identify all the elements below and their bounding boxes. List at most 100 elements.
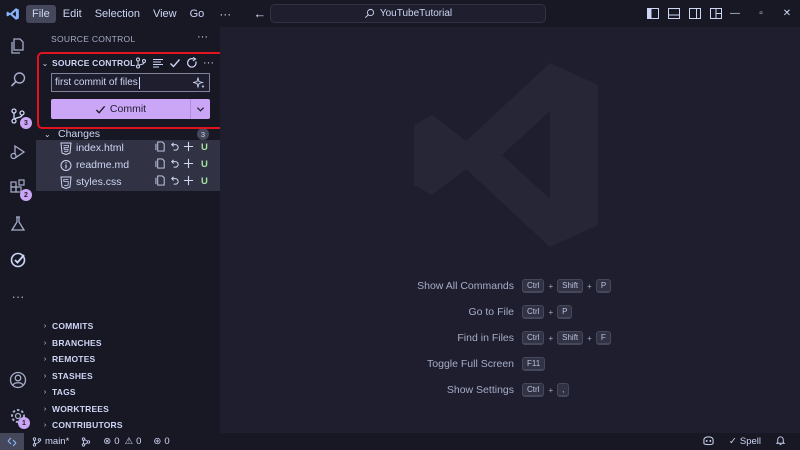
extensions-badge: 2: [20, 189, 32, 201]
menu-more-button[interactable]: ···: [211, 4, 239, 24]
settings-gear-icon[interactable]: 1: [0, 399, 36, 433]
shortcut-show-settings[interactable]: Show Settings Ctrl + ,: [220, 383, 800, 399]
shortcut-label: Show Settings: [446, 384, 514, 396]
generate-message-sparkle-icon[interactable]: [193, 77, 205, 89]
shortcut-find-in-files[interactable]: Find in Files Ctrl + Shift + F: [220, 331, 800, 347]
vscode-watermark-logo: [414, 63, 598, 247]
stage-changes-icon[interactable]: [183, 141, 194, 152]
menu-edit[interactable]: Edit: [57, 5, 88, 23]
warning-icon: ⚠: [124, 436, 134, 447]
key-cap: Shift: [557, 279, 584, 293]
error-icon: ⊗: [103, 436, 112, 447]
untracked-status: U: [201, 142, 208, 153]
search-icon[interactable]: [0, 63, 36, 97]
copilot-icon[interactable]: [702, 435, 715, 449]
branch-indicator[interactable]: main*: [32, 436, 69, 447]
more-views-icon[interactable]: ···: [0, 279, 36, 313]
chevron-right-icon: ›: [43, 372, 47, 380]
vscode-logo-icon: [0, 0, 26, 27]
file-row-styles-css[interactable]: styles.css U: [36, 174, 220, 191]
customize-layout-icon[interactable]: [710, 8, 722, 19]
ports-indicator[interactable]: ⊛ 0: [153, 436, 169, 447]
account-icon[interactable]: [0, 363, 36, 397]
open-file-icon[interactable]: [155, 175, 166, 186]
testing-flask-icon[interactable]: [0, 207, 36, 241]
chevron-down-icon: ⌄: [44, 129, 51, 139]
todo-check-icon[interactable]: [0, 243, 36, 277]
menu-selection[interactable]: Selection: [89, 5, 146, 23]
explorer-icon[interactable]: [0, 29, 36, 63]
remote-indicator-icon[interactable]: [0, 433, 24, 450]
commit-dropdown-button[interactable]: [190, 99, 210, 119]
key-cap: F: [595, 331, 611, 345]
source-control-icon[interactable]: 3: [0, 99, 36, 133]
search-icon: [364, 8, 374, 18]
extensions-icon[interactable]: 2: [0, 171, 36, 205]
spell-check-button[interactable]: ✓ Spell: [729, 436, 761, 447]
maximize-icon[interactable]: ▫: [748, 0, 774, 27]
commit-message-text: first commit of files: [55, 77, 138, 88]
remotes-section[interactable]: › REMOTES: [36, 351, 220, 367]
shortcut-keys: Ctrl + Shift + P: [522, 279, 612, 293]
chevron-right-icon: ›: [43, 339, 47, 347]
text-cursor: [138, 76, 140, 89]
stage-changes-icon[interactable]: [183, 175, 194, 186]
toggle-panel-icon[interactable]: [668, 8, 680, 19]
shortcut-toggle-full-screen[interactable]: Toggle Full Screen F11: [220, 357, 800, 373]
contributors-section[interactable]: › CONTRIBUTORS: [36, 417, 220, 433]
more-actions-icon[interactable]: ···: [203, 57, 214, 69]
commits-section[interactable]: › COMMITS: [36, 318, 220, 334]
stage-changes-icon[interactable]: [183, 158, 194, 169]
info-file-icon: [60, 160, 72, 171]
editor-area: Show All Commands Ctrl + Shift + P Go to…: [220, 27, 800, 433]
source-control-badge: 3: [20, 117, 32, 129]
run-debug-icon[interactable]: [0, 135, 36, 169]
tags-section[interactable]: › TAGS: [36, 384, 220, 400]
close-icon[interactable]: ✕: [774, 0, 800, 27]
changes-count-badge: 3: [197, 128, 209, 140]
commit-message-input[interactable]: first commit of files: [51, 73, 210, 92]
graph-icon[interactable]: [135, 57, 147, 69]
discard-changes-icon[interactable]: [169, 175, 180, 186]
chevron-right-icon: ›: [43, 388, 47, 396]
command-center-search[interactable]: YouTubeTutorial: [270, 4, 546, 23]
source-control-section-header[interactable]: ⌄ SOURCE CONTROL ···: [36, 54, 220, 72]
open-file-icon[interactable]: [155, 141, 166, 152]
back-arrow-icon[interactable]: ←: [253, 6, 266, 21]
branches-section[interactable]: › BRANCHES: [36, 335, 220, 351]
discard-changes-icon[interactable]: [169, 141, 180, 152]
section-actions: ···: [135, 54, 214, 72]
stashes-section[interactable]: › STASHES: [36, 368, 220, 384]
refresh-icon[interactable]: [186, 57, 198, 69]
menu-view[interactable]: View: [147, 5, 183, 23]
sidebar-more-actions[interactable]: ···: [197, 31, 208, 43]
menu-go[interactable]: Go: [184, 5, 211, 23]
open-file-icon[interactable]: [155, 158, 166, 169]
chevron-down-icon: ⌄: [41, 58, 49, 68]
shortcut-show-all-commands[interactable]: Show All Commands Ctrl + Shift + P: [220, 279, 800, 295]
file-name: styles.css: [76, 176, 122, 188]
untracked-status: U: [201, 159, 208, 170]
status-bar-right: ✓ Spell: [702, 433, 786, 450]
menu-file[interactable]: File: [26, 4, 56, 23]
discard-changes-icon[interactable]: [169, 158, 180, 169]
shortcut-go-to-file[interactable]: Go to File Ctrl + P: [220, 305, 800, 321]
section-title: BRANCHES: [52, 338, 102, 348]
file-row-index-html[interactable]: index.html U: [36, 140, 220, 157]
minimize-icon[interactable]: —: [722, 0, 748, 27]
key-separator: +: [548, 307, 554, 317]
notifications-bell-icon[interactable]: [775, 435, 786, 449]
commit-button[interactable]: Commit: [51, 99, 210, 119]
toggle-primary-sidebar-icon[interactable]: [647, 8, 659, 19]
sync-indicator[interactable]: [81, 436, 91, 447]
commit-button-main[interactable]: Commit: [51, 103, 190, 115]
commit-check-icon[interactable]: [169, 57, 181, 69]
source-control-sidebar: SOURCE CONTROL ··· ⌄ SOURCE CONTROL ··· …: [36, 27, 220, 433]
view-as-list-icon[interactable]: [152, 57, 164, 69]
toggle-secondary-sidebar-icon[interactable]: [689, 8, 701, 19]
file-row-readme-md[interactable]: readme.md U: [36, 157, 220, 174]
worktrees-section[interactable]: › WORKTREES: [36, 401, 220, 417]
section-title: COMMITS: [52, 321, 94, 331]
file-actions: [155, 175, 194, 186]
problems-indicator[interactable]: ⊗ 0 ⚠ 0: [103, 436, 141, 447]
